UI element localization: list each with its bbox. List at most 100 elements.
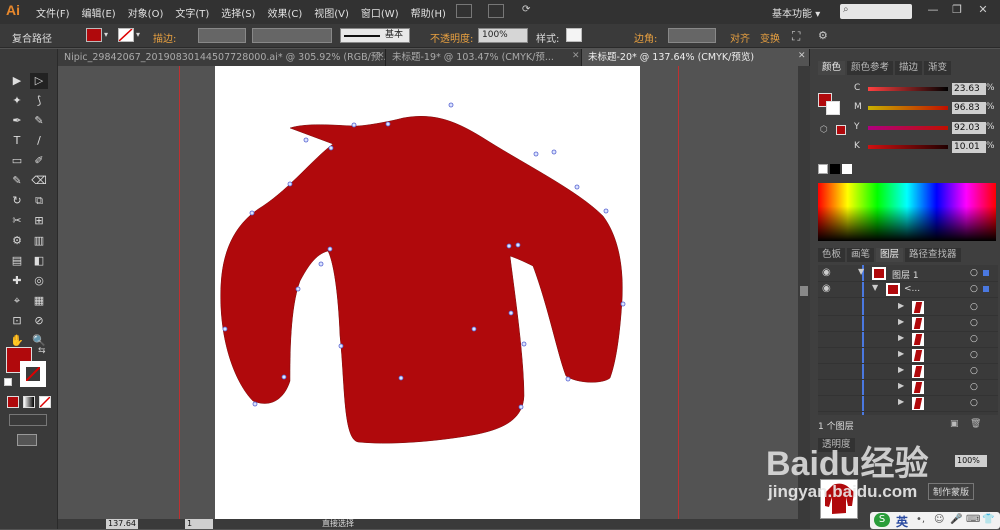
- chevron-right-icon[interactable]: ▶: [898, 365, 904, 374]
- none-swatch[interactable]: [818, 164, 828, 174]
- corner-radius-field[interactable]: [668, 28, 716, 43]
- zoom-field[interactable]: 137.64: [106, 519, 138, 529]
- scrollbar-thumb[interactable]: [800, 286, 808, 296]
- eye-icon[interactable]: ◉: [822, 267, 831, 278]
- target-icon[interactable]: ○: [970, 302, 978, 312]
- rectangle-tool-icon[interactable]: ▭: [8, 153, 26, 169]
- tab-color[interactable]: 颜色: [818, 61, 846, 75]
- tab-color-guide[interactable]: 颜色参考: [847, 61, 894, 75]
- lasso-tool-icon[interactable]: ⟆: [30, 93, 48, 109]
- type-tool-icon[interactable]: T: [8, 133, 26, 149]
- symbol-sprayer-tool-icon[interactable]: ⌖: [8, 293, 26, 309]
- channel-value[interactable]: 10.01: [952, 141, 986, 153]
- corner-label[interactable]: 边角:: [634, 30, 657, 45]
- stroke-weight-field[interactable]: [198, 28, 246, 43]
- sublayer-row[interactable]: ▶ ○: [818, 396, 998, 412]
- direct-selection-tool-icon[interactable]: ▷: [30, 73, 48, 89]
- sublayer-row[interactable]: ▶ ○: [818, 332, 998, 348]
- target-icon[interactable]: ○: [970, 350, 978, 360]
- channel-value[interactable]: 96.83: [952, 102, 986, 114]
- opacity-field[interactable]: 100%: [478, 28, 528, 43]
- panel-stroke-swatch[interactable]: [826, 101, 840, 115]
- stroke-color-box[interactable]: [20, 361, 46, 387]
- layer-row[interactable]: ◉ ▼ 图层 1 ○: [818, 266, 998, 282]
- gpu-performance-icon[interactable]: ⟳: [522, 4, 530, 15]
- tab-swatches[interactable]: 色板: [818, 248, 846, 262]
- target-icon[interactable]: ○: [970, 268, 978, 278]
- tab-document-2[interactable]: 未标题-19* @ 103.47% (CMYK/预...: [386, 49, 582, 66]
- curvature-tool-icon[interactable]: ✎: [30, 113, 48, 129]
- sublayer-row[interactable]: ▶ ○: [818, 316, 998, 332]
- maximize-button[interactable]: ❐: [948, 3, 966, 19]
- ime-language-indicator[interactable]: 英: [896, 513, 908, 530]
- slider-track[interactable]: [868, 87, 948, 91]
- slider-track[interactable]: [868, 145, 948, 149]
- sweater-shape[interactable]: [220, 116, 623, 444]
- tab-pathfinder[interactable]: 路径查找器: [905, 248, 961, 262]
- magic-wand-tool-icon[interactable]: ✦: [8, 93, 26, 109]
- selection-tool-icon[interactable]: ▶: [8, 73, 26, 89]
- graphic-style-swatch[interactable]: [566, 28, 582, 42]
- control-menu-icon[interactable]: ⚙: [818, 29, 828, 42]
- skin-icon[interactable]: 👕: [982, 514, 994, 525]
- slider-y[interactable]: Y 92.03 %: [854, 122, 995, 136]
- sublayer-row[interactable]: ▶ ○: [818, 300, 998, 316]
- new-layer-icon[interactable]: ▣: [950, 419, 959, 429]
- color-mode-icon[interactable]: [7, 396, 19, 408]
- punctuation-icon[interactable]: •,: [916, 514, 925, 525]
- drawing-modes-icon[interactable]: [9, 414, 47, 426]
- bridge-icon[interactable]: [456, 4, 472, 18]
- black-swatch[interactable]: [830, 164, 840, 174]
- artboard-tool-icon[interactable]: ⊡: [8, 313, 26, 329]
- chevron-down-icon[interactable]: ▾: [136, 30, 140, 39]
- variable-width-dropdown[interactable]: [252, 28, 332, 43]
- workspace-switcher[interactable]: 基本功能 ▾: [772, 5, 820, 20]
- ime-toolbar[interactable]: S 英 •, ☺ 🎤 ⌨ 👕: [870, 512, 1000, 529]
- group-row[interactable]: ◉ ▼ <... ○: [818, 282, 998, 298]
- slider-k[interactable]: K 10.01 %: [854, 141, 995, 155]
- rotate-tool-icon[interactable]: ↻: [8, 193, 26, 209]
- slider-track[interactable]: [868, 126, 948, 130]
- close-tab-icon[interactable]: ✕: [572, 51, 580, 61]
- menu-window[interactable]: 窗口(W): [361, 5, 399, 20]
- sublayer-row[interactable]: ▶ ○: [818, 380, 998, 396]
- target-icon[interactable]: ○: [970, 318, 978, 328]
- slider-track[interactable]: [868, 106, 948, 110]
- menu-edit[interactable]: 编辑(E): [82, 5, 116, 20]
- menu-help[interactable]: 帮助(H): [411, 5, 446, 20]
- brush-definition-dropdown[interactable]: 基本: [340, 28, 410, 43]
- width-tool-icon[interactable]: ✂: [8, 213, 26, 229]
- close-tab-icon[interactable]: ✕: [377, 51, 385, 61]
- chevron-down-icon[interactable]: ▼: [872, 283, 878, 292]
- eye-icon[interactable]: ◉: [822, 283, 831, 294]
- voice-icon[interactable]: 🎤: [950, 514, 962, 525]
- tab-document-1[interactable]: Nipic_29842067_20190830144507728000.ai* …: [58, 49, 386, 66]
- channel-value[interactable]: 23.63: [952, 83, 986, 95]
- paintbrush-tool-icon[interactable]: ✐: [30, 153, 48, 169]
- stroke-swatch[interactable]: [118, 28, 134, 42]
- tab-document-3[interactable]: 未标题-20* @ 137.64% (CMYK/预览): [582, 49, 810, 66]
- none-mode-icon[interactable]: [39, 396, 51, 408]
- chevron-right-icon[interactable]: ▶: [898, 333, 904, 342]
- slice-tool-icon[interactable]: ⊘: [30, 313, 48, 329]
- menu-view[interactable]: 视图(V): [314, 5, 349, 20]
- chevron-down-icon[interactable]: ▾: [104, 30, 108, 39]
- close-button[interactable]: ✕: [974, 3, 992, 19]
- menu-file[interactable]: 文件(F): [36, 5, 70, 20]
- close-tab-icon[interactable]: ✕: [798, 51, 806, 61]
- scale-tool-icon[interactable]: ⧉: [30, 193, 48, 209]
- sweater-artwork[interactable]: [58, 66, 798, 519]
- menu-object[interactable]: 对象(O): [128, 5, 164, 20]
- menu-type[interactable]: 文字(T): [175, 5, 209, 20]
- emoji-icon[interactable]: ☺: [934, 514, 944, 525]
- target-icon[interactable]: ○: [970, 398, 978, 408]
- isolate-icon[interactable]: ⛶: [792, 29, 800, 44]
- color-spectrum[interactable]: [818, 183, 996, 241]
- perspective-grid-tool-icon[interactable]: ▥: [30, 233, 48, 249]
- tab-stroke[interactable]: 描边: [895, 61, 923, 75]
- artboard-navigation-field[interactable]: 1: [185, 519, 213, 529]
- minimize-button[interactable]: —: [924, 3, 942, 19]
- align-link[interactable]: 对齐: [730, 30, 750, 45]
- trash-icon[interactable]: 🗑: [970, 419, 981, 429]
- default-colors-icon[interactable]: [4, 378, 12, 386]
